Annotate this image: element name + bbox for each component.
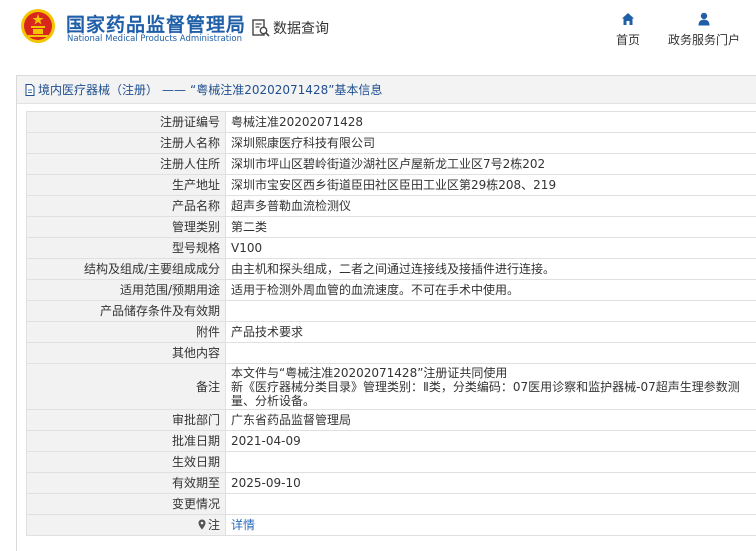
field-label: 结构及组成/主要组成成分 [26, 258, 226, 280]
field-label: 型号规格 [26, 237, 226, 259]
table-row: 审批部门 广东省药品监督管理局 [26, 409, 756, 431]
field-value: 第二类 [225, 216, 756, 238]
map-pin-icon [198, 519, 206, 530]
national-emblem-icon [21, 9, 55, 43]
field-label: 产品储存条件及有效期 [26, 300, 226, 322]
field-label: 注册人名称 [26, 132, 226, 154]
table-row: 注册人名称 深圳熙康医疗科技有限公司 [26, 132, 756, 154]
field-value: 产品技术要求 [225, 321, 756, 343]
table-row: 变更情况 [26, 493, 756, 515]
remark-line: 新《医疗器械分类目录》管理类别：Ⅱ类，分类编码：07医用诊察和监护器械-07超声… [231, 379, 740, 408]
field-value: 由主机和探头组成，二者之间通过连接线及接插件进行连接。 [225, 258, 756, 280]
field-value: 详情 [225, 514, 756, 536]
table-row: 有效期至 2025-09-10 [26, 472, 756, 494]
field-label: 注 [26, 514, 226, 536]
site-subtitle: National Medical Products Administration [67, 34, 242, 44]
field-value [225, 342, 756, 364]
field-value: V100 [225, 237, 756, 259]
table-row: 生产地址 深圳市宝安区西乡街道臣田社区臣田工业区第29栋208、219 [26, 174, 756, 196]
document-icon [25, 83, 35, 96]
field-label: 生效日期 [26, 451, 226, 473]
field-value: 深圳熙康医疗科技有限公司 [225, 132, 756, 154]
field-label: 管理类别 [26, 216, 226, 238]
breadcrumb: 境内医疗器械（注册） —— “粤械注准20202071428”基本信息 [17, 76, 756, 104]
field-value: 2025-09-10 [225, 472, 756, 494]
document-search-icon [252, 19, 270, 37]
home-icon [622, 13, 634, 25]
field-value: 本文件与“粤械注准20202071428”注册证共同使用 新《医疗器械分类目录》… [225, 363, 756, 410]
table-row: 备注 本文件与“粤械注准20202071428”注册证共同使用 新《医疗器械分类… [26, 363, 756, 410]
field-value [225, 300, 756, 322]
breadcrumb-category[interactable]: 境内医疗器械（注册） [38, 81, 158, 98]
field-label: 附件 [26, 321, 226, 343]
table-row: 结构及组成/主要组成成分 由主机和探头组成，二者之间通过连接线及接插件进行连接。 [26, 258, 756, 280]
site-header: 国家药品监督管理局 National Medical Products Admi… [0, 0, 756, 68]
field-value: 2021-04-09 [225, 430, 756, 452]
table-row: 注册证编号 粤械注准20202071428 [26, 111, 756, 133]
field-value: 深圳市宝安区西乡街道臣田社区臣田工业区第29栋208、219 [225, 174, 756, 196]
table-row: 批准日期 2021-04-09 [26, 430, 756, 452]
field-label: 适用范围/预期用途 [26, 279, 226, 301]
data-query-link[interactable]: 数据查询 [251, 17, 329, 39]
field-label: 生产地址 [26, 174, 226, 196]
table-row: 适用范围/预期用途 适用于检测外周血管的血流速度。不可在手术中使用。 [26, 279, 756, 301]
user-icon [698, 12, 710, 26]
table-row: 附件 产品技术要求 [26, 321, 756, 343]
detail-link[interactable]: 详情 [231, 518, 255, 532]
field-value: 适用于检测外周血管的血流速度。不可在手术中使用。 [225, 279, 756, 301]
table-row: 其他内容 [26, 342, 756, 364]
field-label: 其他内容 [26, 342, 226, 364]
breadcrumb-separator: —— [162, 82, 187, 97]
field-label: 变更情况 [26, 493, 226, 515]
field-label: 批准日期 [26, 430, 226, 452]
field-label: 注册人住所 [26, 153, 226, 175]
table-row: 生效日期 [26, 451, 756, 473]
table-row: 注 详情 [26, 514, 756, 536]
nav-home[interactable]: 首页 [612, 12, 644, 48]
table-row: 管理类别 第二类 [26, 216, 756, 238]
table-row: 注册人住所 深圳市坪山区碧岭街道沙湖社区卢屋新龙工业区7号2栋202 [26, 153, 756, 175]
site-title[interactable]: 国家药品监督管理局 [66, 10, 246, 37]
field-label: 产品名称 [26, 195, 226, 217]
table-row: 型号规格 V100 [26, 237, 756, 259]
field-label: 备注 [26, 363, 226, 410]
remark-line: 本文件与“粤械注准20202071428”注册证共同使用 [231, 365, 508, 380]
field-value [225, 451, 756, 473]
field-label: 注册证编号 [26, 111, 226, 133]
nav-home-label: 首页 [615, 33, 640, 47]
field-label: 有效期至 [26, 472, 226, 494]
detail-panel: 境内医疗器械（注册） —— “粤械注准20202071428”基本信息 注册证编… [16, 75, 756, 551]
breadcrumb-record: “粤械注准20202071428”基本信息 [190, 83, 383, 97]
field-value: 广东省药品监督管理局 [225, 409, 756, 431]
nav-service-label: 政务服务门户 [667, 33, 740, 47]
field-value: 超声多普勒血流检测仪 [225, 195, 756, 217]
nav-service-portal[interactable]: 政务服务门户 [665, 12, 743, 48]
detail-table: 注册证编号 粤械注准20202071428 注册人名称 深圳熙康医疗科技有限公司 注… [26, 111, 756, 536]
table-row: 产品名称 超声多普勒血流检测仪 [26, 195, 756, 217]
field-label: 审批部门 [26, 409, 226, 431]
data-query-label: 数据查询 [273, 21, 329, 37]
field-value: 粤械注准20202071428 [225, 111, 756, 133]
table-row: 产品储存条件及有效期 [26, 300, 756, 322]
field-value [225, 493, 756, 515]
field-value: 深圳市坪山区碧岭街道沙湖社区卢屋新龙工业区7号2栋202 [225, 153, 756, 175]
note-label: 注 [207, 518, 220, 532]
